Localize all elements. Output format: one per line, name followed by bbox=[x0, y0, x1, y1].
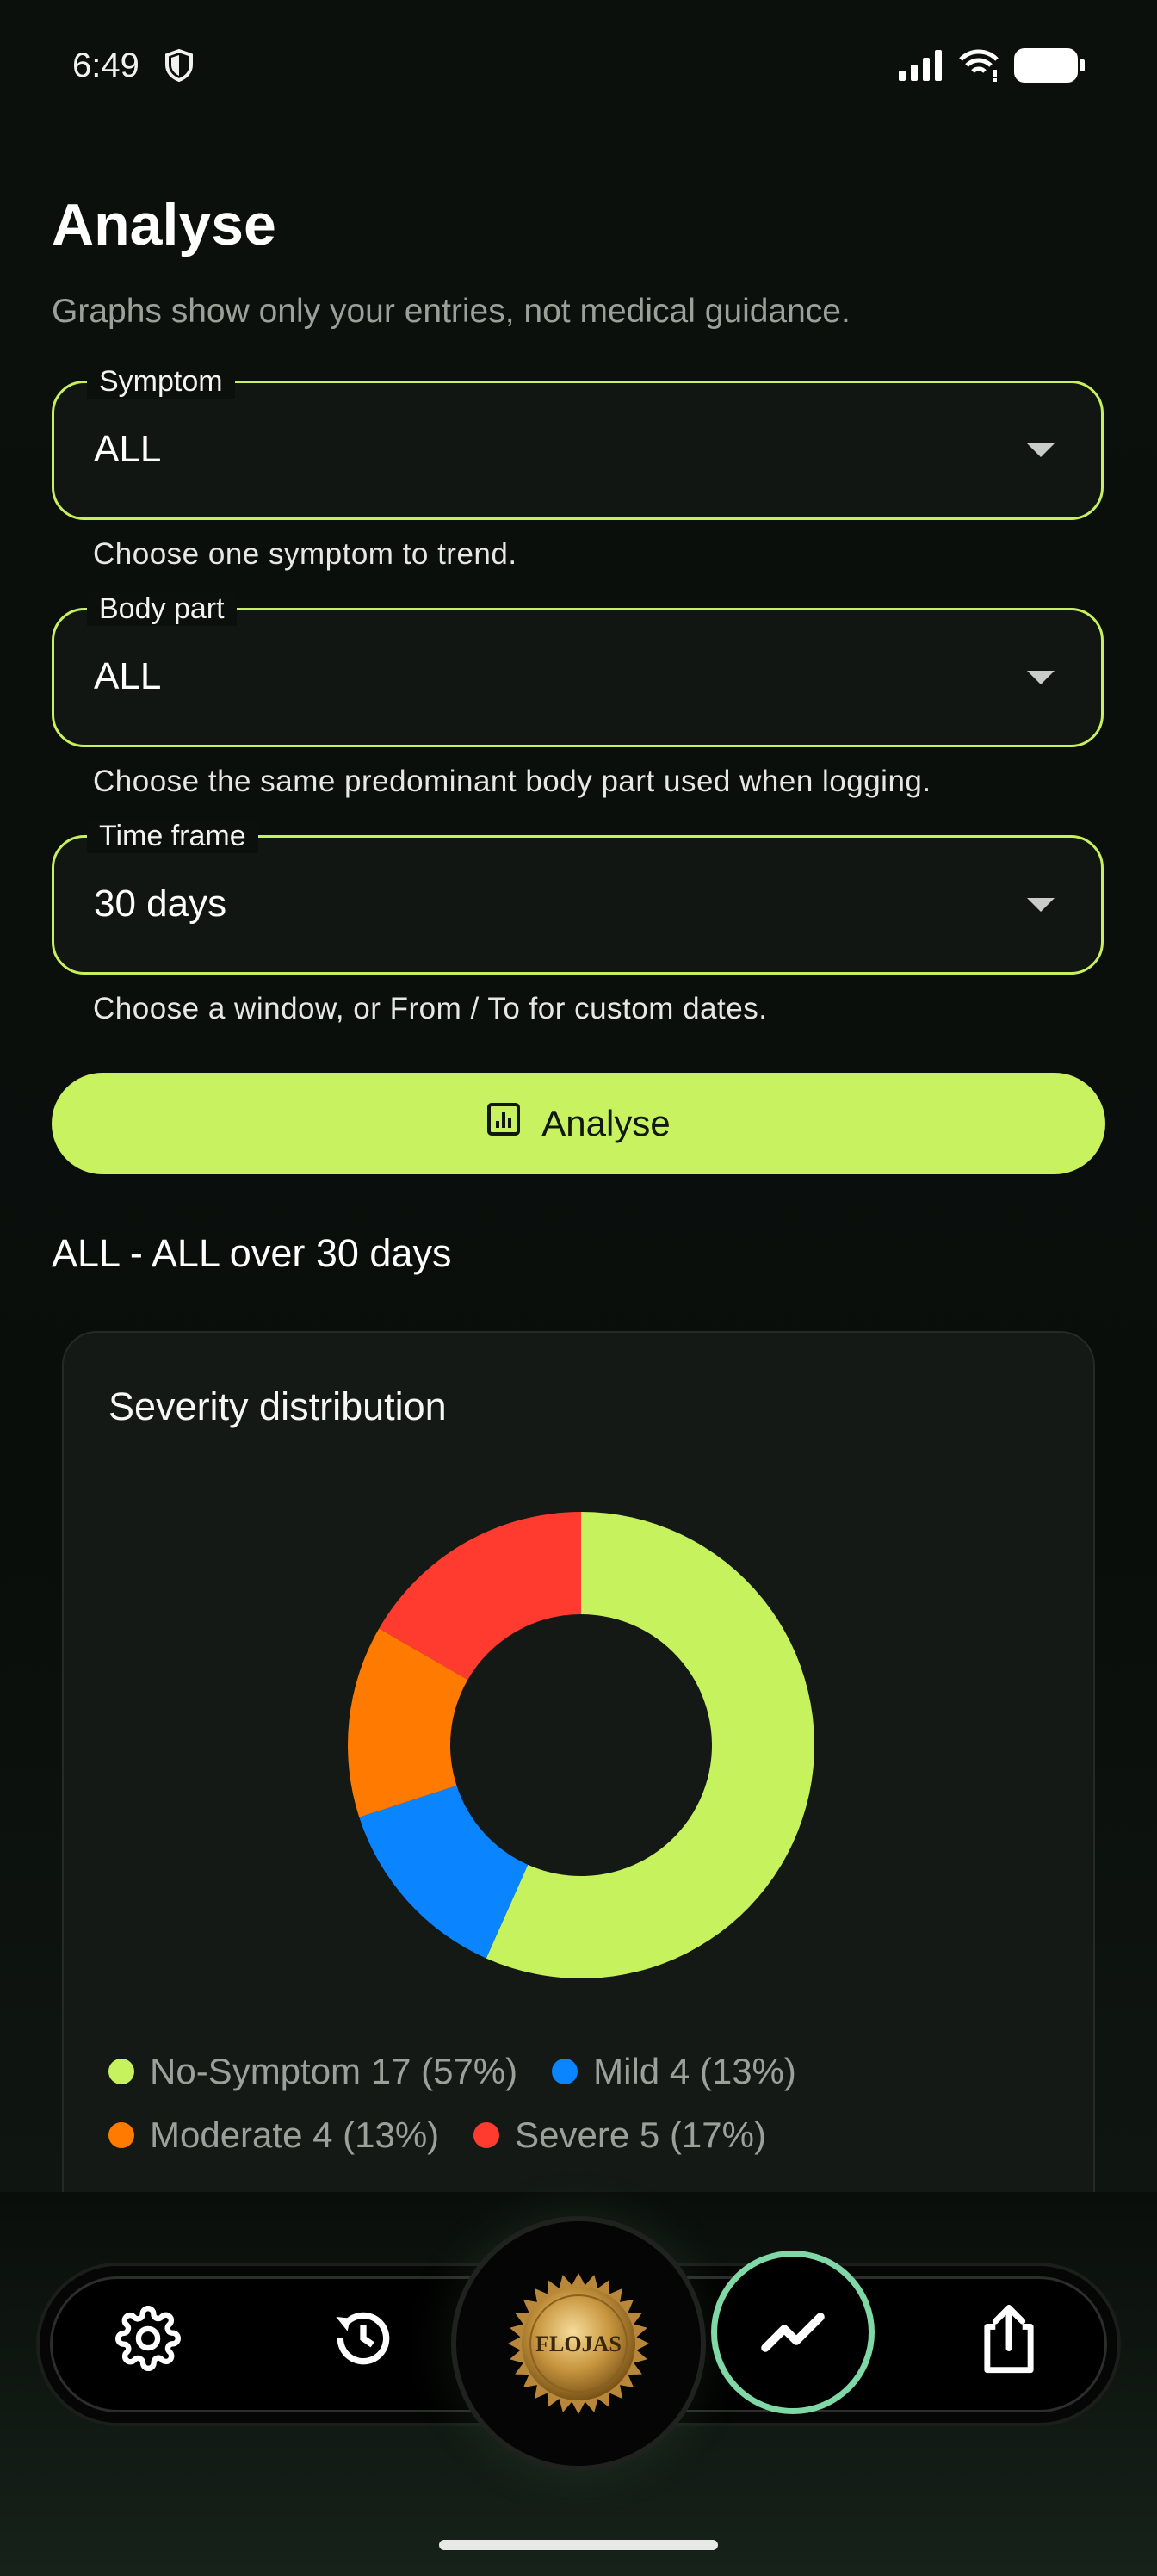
body-part-helper: Choose the same predominant body part us… bbox=[93, 765, 931, 798]
legend-item-severe: Severe 5 (17%) bbox=[473, 2115, 766, 2156]
dropdown-arrow-icon bbox=[1027, 443, 1055, 457]
chart-icon bbox=[486, 1102, 521, 1145]
share-button[interactable] bbox=[966, 2292, 1052, 2387]
result-range-text: ALL - ALL over 30 days bbox=[52, 1231, 452, 1275]
legend-dot bbox=[473, 2122, 500, 2148]
page-subtitle: Graphs show only your entries, not medic… bbox=[52, 293, 851, 330]
analyse-tab-button[interactable] bbox=[711, 2251, 875, 2414]
legend-item-moderate: Moderate 4 (13%) bbox=[108, 2115, 439, 2156]
body-part-label: Body part bbox=[87, 591, 237, 626]
settings-button[interactable] bbox=[105, 2297, 191, 2383]
share-icon bbox=[976, 2300, 1042, 2380]
analyse-button-label: Analyse bbox=[541, 1103, 671, 1143]
legend-dot bbox=[108, 2122, 134, 2148]
gear-icon bbox=[115, 2305, 181, 2375]
legend-label: Mild 4 (13%) bbox=[593, 2051, 796, 2091]
battery-icon bbox=[1014, 48, 1085, 87]
shield-icon bbox=[164, 48, 195, 87]
legend-dot bbox=[552, 2059, 578, 2084]
legend-item-mild: Mild 4 (13%) bbox=[552, 2051, 796, 2092]
legend-label: Severe 5 (17%) bbox=[515, 2115, 766, 2155]
history-button[interactable] bbox=[320, 2297, 406, 2383]
status-time: 6:49 bbox=[72, 46, 139, 84]
legend-label: Moderate 4 (13%) bbox=[150, 2115, 440, 2155]
trend-icon bbox=[752, 2293, 834, 2380]
wifi-icon bbox=[959, 49, 999, 86]
analyse-button[interactable]: Analyse bbox=[52, 1073, 1105, 1174]
legend-label: No-Symptom 17 (57%) bbox=[150, 2051, 518, 2091]
badge-text: FLOJAS bbox=[535, 2331, 622, 2356]
history-icon bbox=[329, 2304, 398, 2377]
home-indicator[interactable] bbox=[439, 2540, 718, 2550]
symptom-label: Symptom bbox=[87, 364, 235, 399]
chart-legend: No-Symptom 17 (57%) Mild 4 (13%) Moderat… bbox=[108, 2051, 1073, 2178]
body-part-dropdown[interactable]: Body part ALL bbox=[52, 591, 1104, 747]
dropdown-arrow-icon bbox=[1027, 898, 1055, 912]
symptom-dropdown[interactable]: Symptom ALL bbox=[52, 364, 1104, 520]
body-part-value: ALL bbox=[94, 655, 162, 697]
symptom-helper: Choose one symptom to trend. bbox=[93, 537, 517, 571]
home-badge-button[interactable]: FLOJAS bbox=[451, 2216, 706, 2471]
page-title: Analyse bbox=[52, 192, 276, 257]
legend-item-no-symptom: No-Symptom 17 (57%) bbox=[108, 2051, 517, 2092]
time-frame-dropdown[interactable]: Time frame 30 days bbox=[52, 819, 1104, 975]
chart-title: Severity distribution bbox=[108, 1384, 447, 1428]
symptom-value: ALL bbox=[94, 428, 162, 470]
status-bar: 6:49 bbox=[0, 0, 1157, 138]
time-frame-helper: Choose a window, or From / To for custom… bbox=[93, 992, 768, 1025]
time-frame-value: 30 days bbox=[94, 882, 227, 925]
flojas-seal-icon: FLOJAS bbox=[508, 2273, 649, 2414]
severity-chart-card: Severity distribution No-Symptom 17 (57%… bbox=[62, 1331, 1095, 2192]
signal-icon bbox=[899, 50, 944, 85]
dropdown-arrow-icon bbox=[1027, 671, 1055, 684]
time-frame-label: Time frame bbox=[87, 819, 258, 853]
legend-dot bbox=[108, 2059, 134, 2084]
severity-donut-chart bbox=[348, 1512, 815, 1978]
